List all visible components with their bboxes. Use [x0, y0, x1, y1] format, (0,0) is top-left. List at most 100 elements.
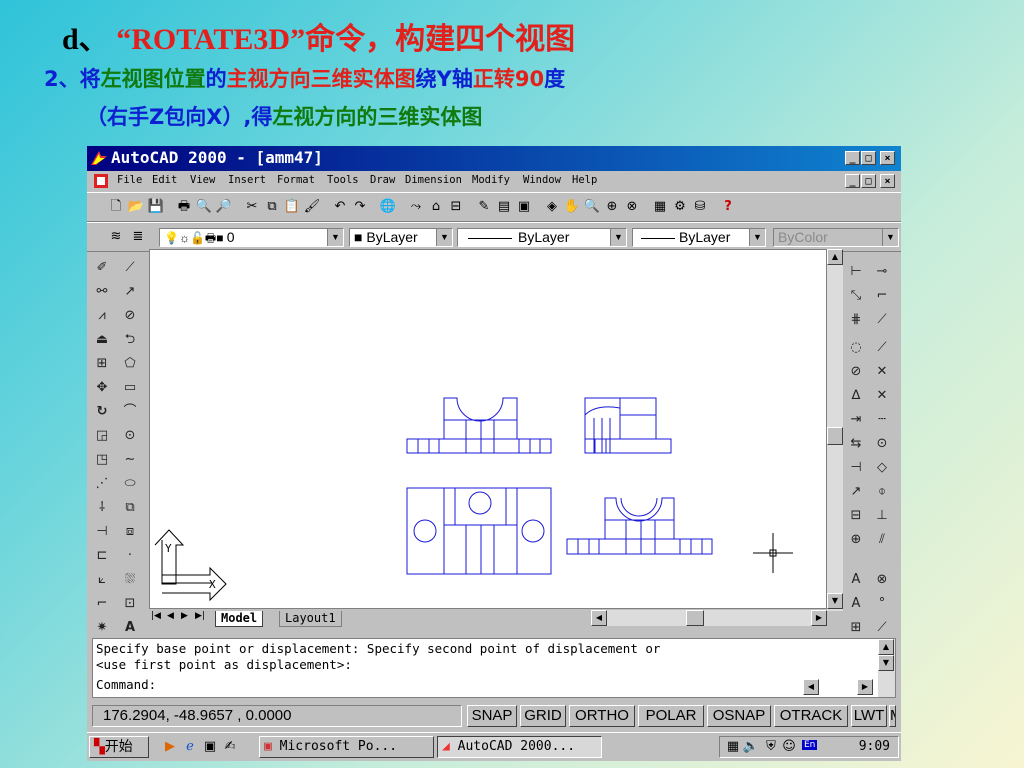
- color-dropdown[interactable]: ■ ByLayer ▼: [349, 228, 453, 247]
- stretch-icon[interactable]: ◳: [93, 450, 111, 470]
- window-title-bar[interactable]: AutoCAD 2000 - [amm47] _ □ ×: [87, 146, 901, 171]
- h-scroll-thumb[interactable]: [686, 610, 704, 626]
- copy-icon[interactable]: ⧉: [263, 198, 281, 216]
- layer-dropdown[interactable]: 💡☼🔓🖶■ 0 ▼: [159, 228, 344, 247]
- trim-icon[interactable]: ⸸: [93, 498, 111, 518]
- redo-icon[interactable]: ↷: [351, 198, 369, 216]
- menu-modify[interactable]: Modify: [472, 174, 510, 186]
- zoom-realtime-icon[interactable]: 🔍: [583, 198, 601, 216]
- coordinate-readout[interactable]: 176.2904, -48.9657 , 0.0000: [92, 705, 462, 727]
- snap-none-icon[interactable]: °: [873, 594, 891, 614]
- polyline-icon[interactable]: ⊘: [121, 306, 139, 326]
- design-center-icon[interactable]: ⚙: [671, 198, 689, 216]
- doc-close-button[interactable]: ×: [880, 174, 895, 188]
- angular-dimension-icon[interactable]: ∆: [847, 386, 865, 406]
- insert-block-icon[interactable]: ⧉: [121, 498, 139, 518]
- command-scrollbar[interactable]: ▲ ▼: [878, 639, 895, 697]
- erase-icon[interactable]: ✐: [93, 258, 111, 278]
- text-icon[interactable]: A: [121, 618, 139, 638]
- cmd-scroll-right-icon[interactable]: ▶: [857, 679, 873, 695]
- drawing-area[interactable]: Y X: [149, 249, 827, 609]
- break-icon[interactable]: ⊏: [93, 546, 111, 566]
- task-powerpoint[interactable]: ▣ Microsoft Po...: [259, 736, 434, 758]
- scroll-up-icon[interactable]: ▲: [827, 249, 843, 265]
- otrack-toggle[interactable]: OTRACK: [774, 705, 848, 727]
- scroll-right-icon[interactable]: ▶: [811, 610, 827, 626]
- polygon-icon[interactable]: ⬠: [121, 354, 139, 374]
- ellipse-icon[interactable]: ⬭: [121, 474, 139, 494]
- print-preview-icon[interactable]: 🔍: [195, 198, 213, 216]
- lengthen-icon[interactable]: ⋰: [93, 474, 111, 494]
- make-block-icon[interactable]: ⧈: [121, 522, 139, 542]
- quicklaunch-ie-icon[interactable]: ℯ: [181, 738, 199, 756]
- linetype-dropdown[interactable]: ByLayer ▼: [457, 228, 627, 247]
- snap-endpoint-icon[interactable]: ⊸: [873, 262, 891, 282]
- arc-icon[interactable]: ⌒: [121, 402, 139, 422]
- paste-icon[interactable]: 📋: [283, 198, 301, 216]
- plotstyle-dropdown[interactable]: ByColor ▼: [773, 228, 899, 247]
- model-toggle[interactable]: M: [889, 705, 896, 727]
- aligned-dimension-icon[interactable]: ⤡: [847, 286, 865, 306]
- distance-icon[interactable]: ⊟: [447, 198, 465, 216]
- document-icon[interactable]: [93, 173, 109, 189]
- horizontal-scrollbar[interactable]: ◀ ▶: [591, 610, 827, 626]
- cmd-scroll-down-icon[interactable]: ▼: [878, 655, 894, 671]
- scale-icon[interactable]: ◲: [93, 426, 111, 446]
- autocad-app-icon[interactable]: [90, 150, 108, 166]
- tray-security-icon[interactable]: ⛨: [762, 738, 780, 756]
- hyperlink-icon[interactable]: 🌐: [379, 198, 397, 216]
- radius-dimension-icon[interactable]: ◌: [847, 338, 865, 358]
- baseline-dimension-icon[interactable]: ⇆: [847, 434, 865, 454]
- extend-icon[interactable]: ⊣: [93, 522, 111, 542]
- chevron-down-icon[interactable]: ▼: [610, 229, 626, 246]
- snap-parallel-icon[interactable]: ⌽: [873, 482, 891, 502]
- close-button[interactable]: ×: [880, 151, 895, 165]
- quicklaunch-media-icon[interactable]: ▶: [161, 738, 179, 756]
- mirror-icon[interactable]: ⩘: [93, 306, 111, 326]
- command-prompt[interactable]: Command:: [96, 677, 156, 692]
- lineweight-dropdown[interactable]: ByLayer ▼: [632, 228, 766, 247]
- explode-icon[interactable]: ✷: [93, 618, 111, 638]
- tab-model[interactable]: Model: [215, 611, 264, 627]
- snap-intersection-icon[interactable]: ⟋: [873, 310, 891, 330]
- center-mark-icon[interactable]: ⊕: [847, 530, 865, 550]
- grid-toggle[interactable]: GRID: [520, 705, 566, 727]
- snap-tangent-icon[interactable]: ⊙: [873, 434, 891, 454]
- zoom-previous-icon[interactable]: ⊗: [623, 198, 641, 216]
- snap-center-icon[interactable]: ✕: [873, 386, 891, 406]
- menu-help[interactable]: Help: [572, 174, 597, 186]
- properties-icon[interactable]: ▦: [651, 198, 669, 216]
- command-window[interactable]: Specify base point or displacement: Spec…: [92, 638, 896, 698]
- tray-language-icon[interactable]: En: [802, 740, 818, 750]
- menu-edit[interactable]: Edit: [152, 174, 177, 186]
- linear-dimension-icon[interactable]: ⊢: [847, 262, 865, 282]
- save-icon[interactable]: 💾: [147, 198, 165, 216]
- open-folder-icon[interactable]: 📂: [127, 198, 145, 216]
- dbconnect-icon[interactable]: ⛁: [691, 198, 709, 216]
- osnap-settings-icon[interactable]: ⟋: [873, 618, 891, 638]
- snap-nearest-icon[interactable]: ⊗: [873, 570, 891, 590]
- print-icon[interactable]: 🖶: [175, 198, 193, 216]
- menu-format[interactable]: Format: [277, 174, 315, 186]
- help-icon[interactable]: ?: [719, 198, 737, 216]
- arc-return-icon[interactable]: ⮌: [121, 330, 139, 350]
- lwt-toggle[interactable]: LWT: [851, 705, 887, 727]
- viewport-icon[interactable]: ▣: [515, 198, 533, 216]
- tab-next-icon[interactable]: ▶: [181, 611, 188, 621]
- copy-object-icon[interactable]: ⚯: [93, 282, 111, 302]
- rotate-icon[interactable]: ↻: [93, 402, 111, 422]
- fillet-icon[interactable]: ⌐: [93, 594, 111, 614]
- doc-minimize-button[interactable]: _: [845, 174, 860, 188]
- chamfer-icon[interactable]: ⟀: [93, 570, 111, 590]
- snap-quadrant-icon[interactable]: ┄: [873, 410, 891, 430]
- redraw-icon[interactable]: ✎: [475, 198, 493, 216]
- tab-prev-icon[interactable]: ◀: [167, 611, 174, 621]
- circle-icon[interactable]: ⊙: [121, 426, 139, 446]
- scroll-thumb[interactable]: [827, 427, 843, 445]
- snap-midpoint-icon[interactable]: ⌐: [873, 286, 891, 306]
- undo-icon[interactable]: ↶: [331, 198, 349, 216]
- dimension-text-edit-icon[interactable]: A: [847, 594, 865, 614]
- minimize-button[interactable]: _: [845, 151, 860, 165]
- chevron-down-icon[interactable]: ▼: [327, 229, 343, 246]
- tracking-icon[interactable]: ⤳: [407, 198, 425, 216]
